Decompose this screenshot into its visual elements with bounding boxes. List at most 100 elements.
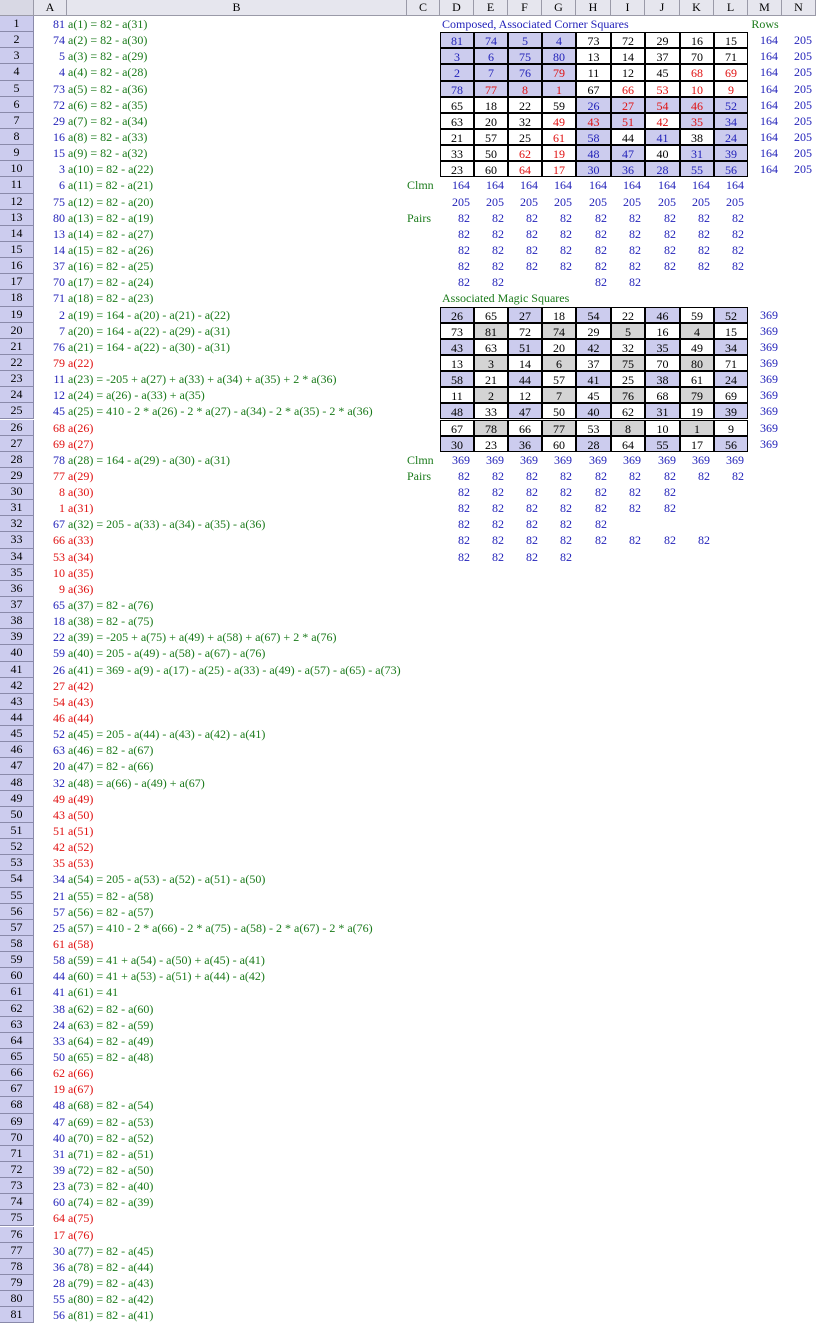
sq1-cell-r7c2: 57 [474,128,508,146]
row-header-59[interactable]: 59 [0,952,34,969]
row-header-81[interactable]: 81 [0,1307,34,1323]
column-header-b[interactable]: B [67,0,407,16]
row-header-44[interactable]: 44 [0,710,34,727]
row-header-74[interactable]: 74 [0,1194,34,1211]
row-header-2[interactable]: 2 [0,32,34,49]
row-header-34[interactable]: 34 [0,548,34,565]
row-header-54[interactable]: 54 [0,871,34,888]
row-header-77[interactable]: 77 [0,1242,34,1259]
row-header-39[interactable]: 39 [0,629,34,646]
row-header-43[interactable]: 43 [0,693,34,710]
cell-b26: a(26) [68,420,94,435]
sq1-cell-r5c2: 18 [474,96,508,113]
row-header-11[interactable]: 11 [0,177,34,194]
cell-a26: 68 [53,420,65,435]
row-header-38[interactable]: 38 [0,613,34,630]
row-header-3[interactable]: 3 [0,48,34,65]
row-header-20[interactable]: 20 [0,322,34,339]
row-header-55[interactable]: 55 [0,887,34,904]
row-header-27[interactable]: 27 [0,435,34,452]
row-header-23[interactable]: 23 [0,371,34,388]
row-header-21[interactable]: 21 [0,338,34,355]
row-header-76[interactable]: 76 [0,1226,34,1243]
row-header-5[interactable]: 5 [0,80,34,97]
row-header-40[interactable]: 40 [0,645,34,662]
row-header-46[interactable]: 46 [0,742,34,759]
row-header-51[interactable]: 51 [0,823,34,840]
row-header-33[interactable]: 33 [0,532,34,549]
row-header-8[interactable]: 8 [0,128,34,146]
column-header-m[interactable]: M [748,0,782,16]
row-header-52[interactable]: 52 [0,839,34,856]
row-header-22[interactable]: 22 [0,354,34,372]
row-header-35[interactable]: 35 [0,564,34,581]
row-header-63[interactable]: 63 [0,1016,34,1033]
row-header-7[interactable]: 7 [0,112,34,129]
row-header-66[interactable]: 66 [0,1065,34,1082]
row-header-56[interactable]: 56 [0,903,34,920]
row-header-42[interactable]: 42 [0,677,34,694]
column-header-k[interactable]: K [680,0,714,16]
row-header-71[interactable]: 71 [0,1145,34,1162]
row-header-16[interactable]: 16 [0,258,34,275]
row-header-62[interactable]: 62 [0,1000,34,1017]
row-header-69[interactable]: 69 [0,1113,34,1130]
row-header-28[interactable]: 28 [0,451,34,468]
row-header-36[interactable]: 36 [0,580,34,598]
row-header-65[interactable]: 65 [0,1048,34,1066]
column-header-c[interactable]: C [407,0,440,16]
row-header-1[interactable]: 1 [0,16,34,33]
column-header-i[interactable]: I [611,0,645,16]
row-header-26[interactable]: 26 [0,419,34,436]
row-header-15[interactable]: 15 [0,241,34,259]
row-header-29[interactable]: 29 [0,467,34,485]
column-header-g[interactable]: G [542,0,576,16]
row-header-10[interactable]: 10 [0,161,34,178]
column-header-f[interactable]: F [508,0,542,16]
column-header-d[interactable]: D [440,0,474,16]
row-header-79[interactable]: 79 [0,1274,34,1292]
row-header-24[interactable]: 24 [0,387,34,404]
select-all-corner[interactable] [0,0,34,16]
column-header-h[interactable]: H [576,0,611,16]
row-header-67[interactable]: 67 [0,1081,34,1098]
row-header-48[interactable]: 48 [0,774,34,791]
row-header-31[interactable]: 31 [0,500,34,517]
row-header-68[interactable]: 68 [0,1097,34,1114]
row-header-60[interactable]: 60 [0,968,34,985]
row-header-58[interactable]: 58 [0,935,34,953]
row-header-13[interactable]: 13 [0,209,34,226]
row-header-57[interactable]: 57 [0,919,34,936]
row-header-4[interactable]: 4 [0,64,34,81]
row-header-50[interactable]: 50 [0,806,34,823]
row-header-49[interactable]: 49 [0,790,34,807]
row-header-12[interactable]: 12 [0,193,34,210]
row-header-64[interactable]: 64 [0,1032,34,1049]
row-header-41[interactable]: 41 [0,661,34,678]
row-header-17[interactable]: 17 [0,274,34,291]
row-header-25[interactable]: 25 [0,403,34,420]
row-header-78[interactable]: 78 [0,1258,34,1275]
row-header-37[interactable]: 37 [0,597,34,614]
row-header-73[interactable]: 73 [0,1178,34,1195]
row-header-72[interactable]: 72 [0,1161,34,1179]
row-header-32[interactable]: 32 [0,516,34,533]
row-header-6[interactable]: 6 [0,96,34,113]
column-header-a[interactable]: A [34,0,67,16]
row-header-9[interactable]: 9 [0,145,34,162]
row-header-70[interactable]: 70 [0,1129,34,1146]
row-header-30[interactable]: 30 [0,484,34,501]
column-header-j[interactable]: J [645,0,680,16]
column-header-l[interactable]: L [714,0,748,16]
row-header-45[interactable]: 45 [0,726,34,743]
row-header-80[interactable]: 80 [0,1291,34,1308]
row-header-61[interactable]: 61 [0,984,34,1001]
row-header-53[interactable]: 53 [0,855,34,872]
row-header-47[interactable]: 47 [0,758,34,775]
row-header-75[interactable]: 75 [0,1210,34,1227]
column-header-e[interactable]: E [474,0,508,16]
row-header-18[interactable]: 18 [0,290,34,307]
row-header-14[interactable]: 14 [0,225,34,242]
row-header-19[interactable]: 19 [0,306,34,323]
column-header-n[interactable]: N [782,0,816,16]
